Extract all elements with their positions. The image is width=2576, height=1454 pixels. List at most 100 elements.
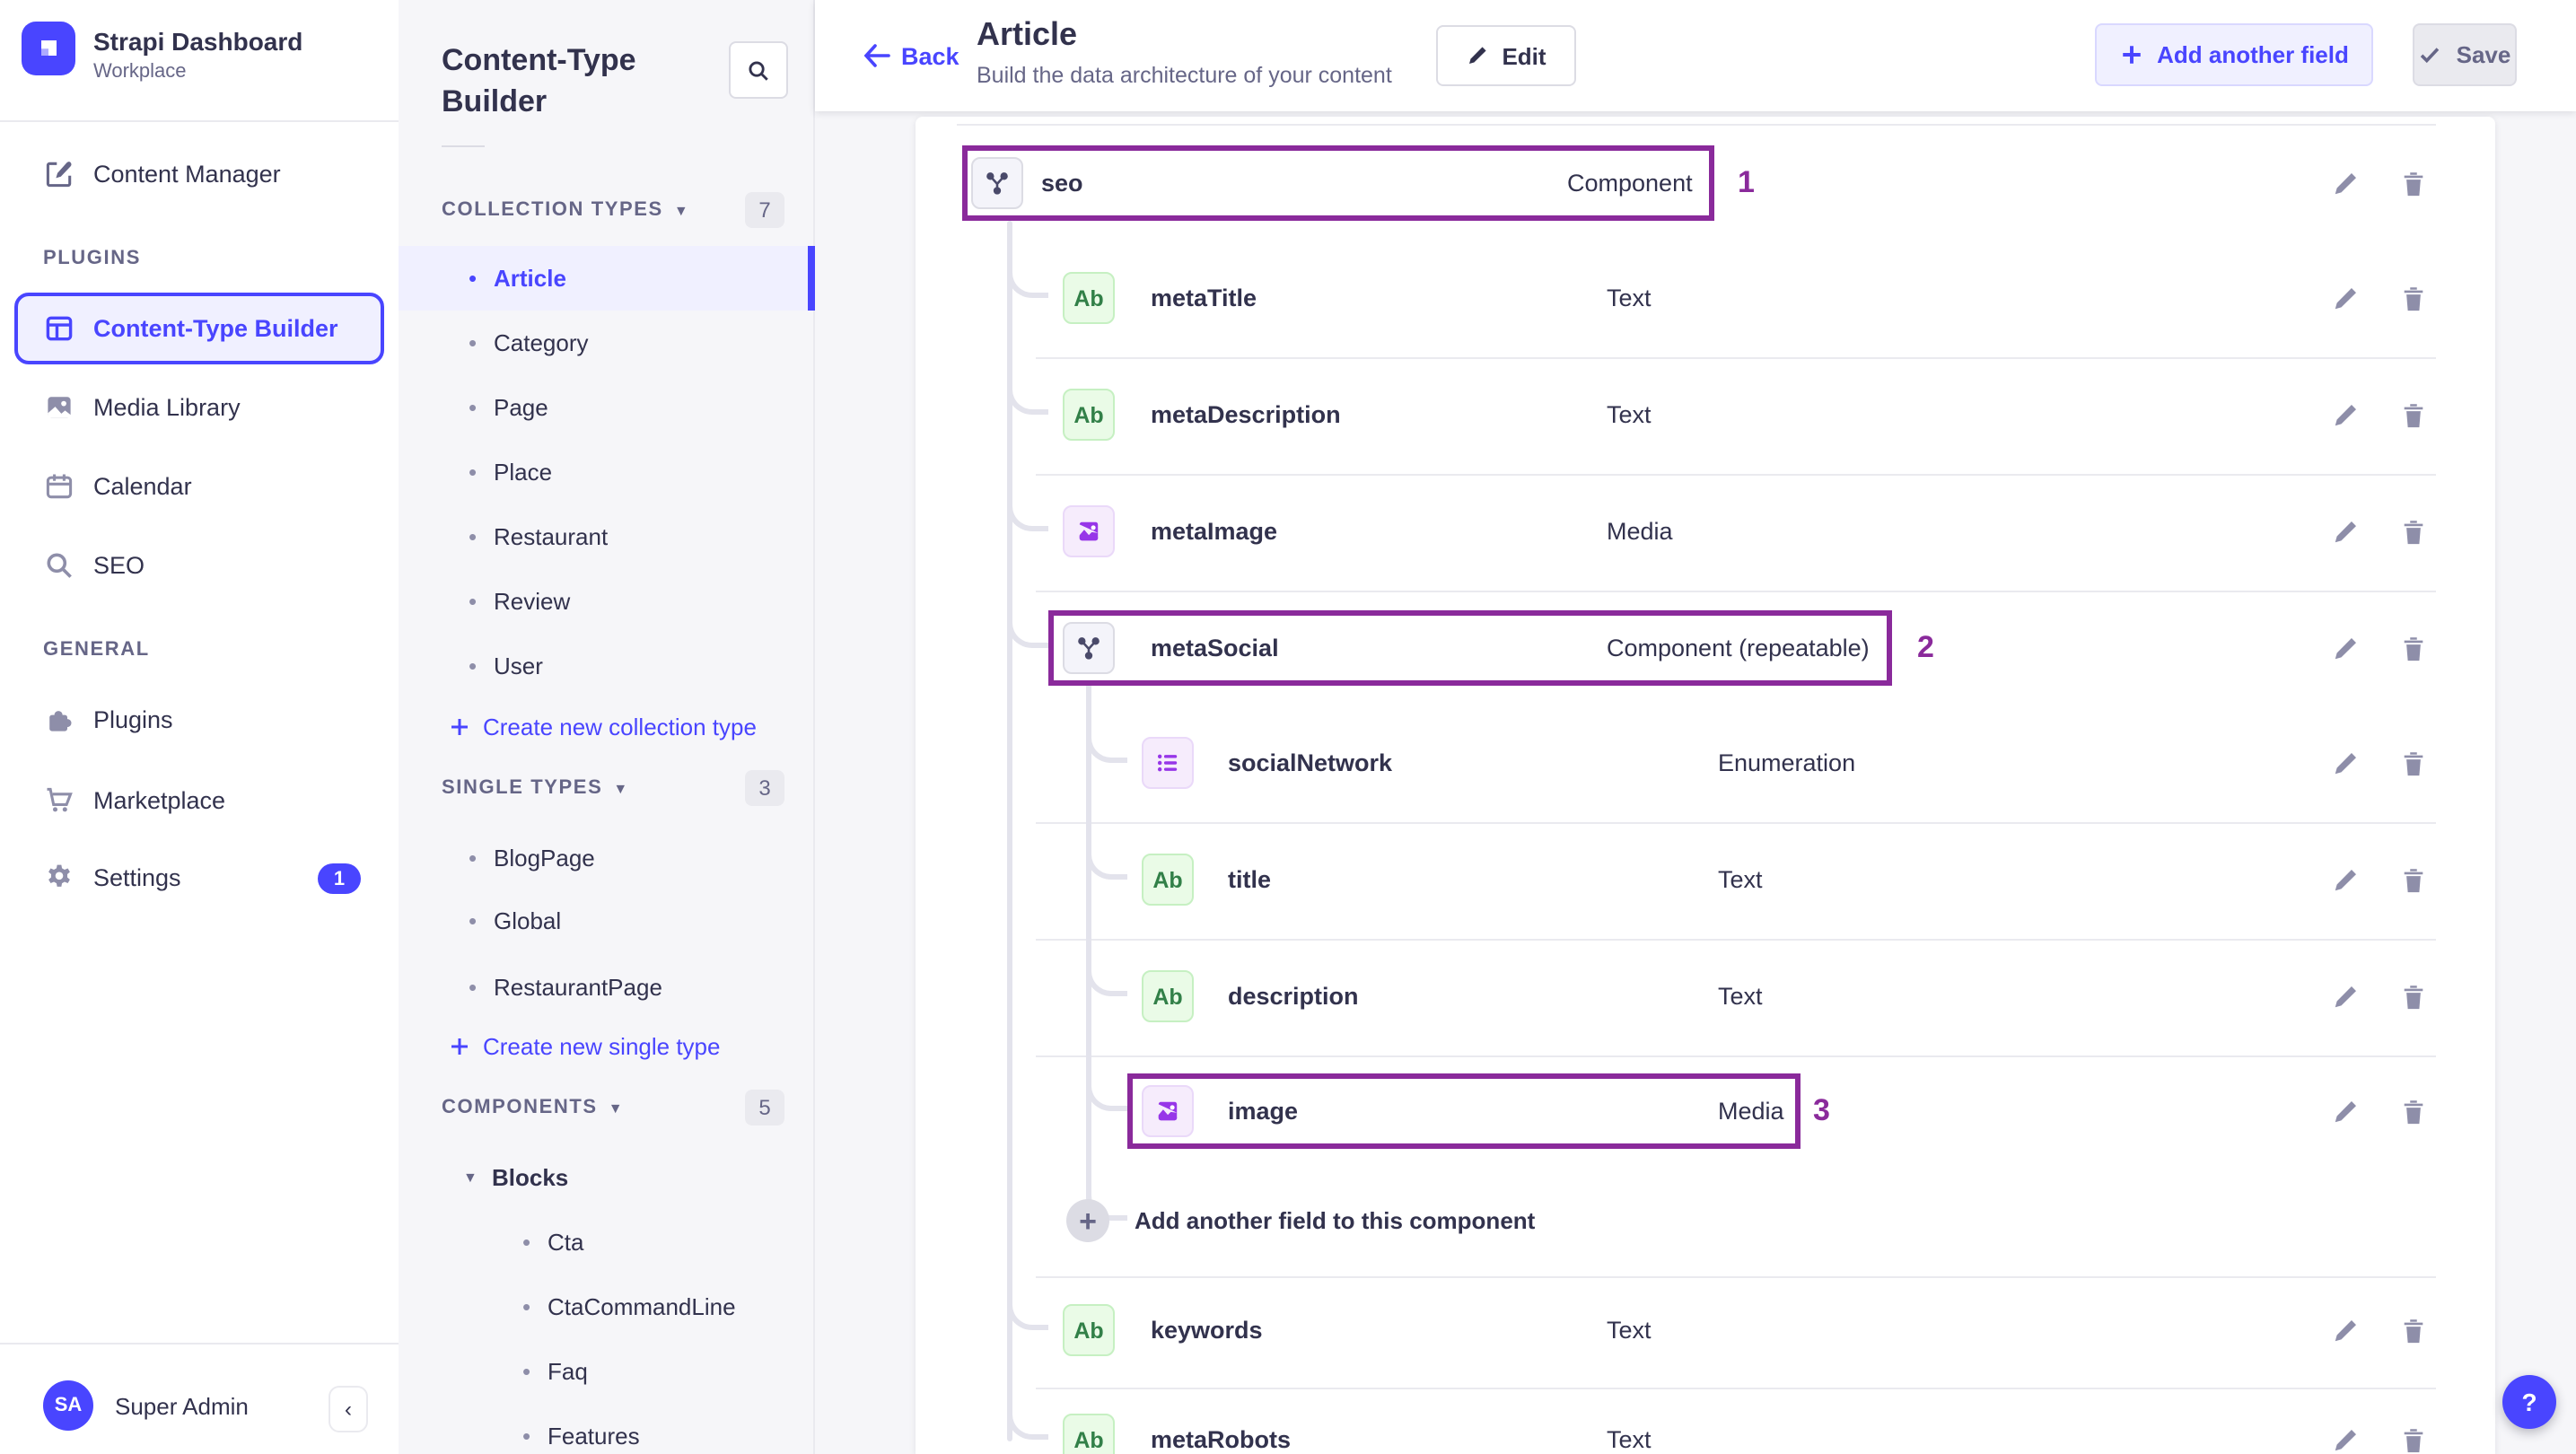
media-icon [1142, 1085, 1194, 1137]
delete-field-button[interactable] [2395, 1312, 2431, 1348]
check-icon [2421, 48, 2440, 64]
edit-field-button[interactable] [2326, 745, 2362, 781]
save-button[interactable]: Save [2413, 23, 2517, 86]
subnav-item-ctacommandline[interactable]: • CtaCommandLine [399, 1274, 815, 1339]
field-row-description: Ab description Text [916, 939, 2495, 1054]
single-types-count: 3 [745, 770, 784, 806]
field-row-socialnetwork: socialNetwork Enumeration [916, 705, 2495, 820]
sidebar-item-settings[interactable]: Settings 1 [0, 845, 399, 910]
general-section-label: GENERAL [43, 639, 150, 661]
subnav-item-review[interactable]: • Review [399, 569, 815, 634]
subnav-item-category[interactable]: • Category [399, 311, 815, 375]
strapi-logo-icon[interactable] [22, 22, 75, 75]
bullet-icon: • [469, 329, 478, 356]
delete-field-button[interactable] [2395, 978, 2431, 1014]
subnav-item-features[interactable]: • Features [399, 1404, 815, 1454]
edit-field-button[interactable] [2326, 1422, 2362, 1454]
delete-field-button[interactable] [2395, 745, 2431, 781]
edit-field-button[interactable] [2326, 513, 2362, 549]
text-icon: Ab [1142, 970, 1194, 1022]
media-icon [1063, 505, 1115, 557]
annotation-number-3: 3 [1813, 1093, 1830, 1127]
field-row-metadescription: Ab metaDescription Text [916, 357, 2495, 472]
subnav-item-article[interactable]: • Article [399, 246, 815, 311]
subnav-item-place[interactable]: • Place [399, 440, 815, 504]
sidebar-item-marketplace[interactable]: Marketplace [0, 768, 399, 833]
edit-field-button[interactable] [2326, 1093, 2362, 1129]
edit-field-button[interactable] [2326, 630, 2362, 666]
subnav-divider [442, 145, 485, 147]
sidebar-footer-divider [0, 1343, 399, 1345]
bullet-icon: • [522, 1293, 531, 1320]
subnav-item-blogpage[interactable]: • BlogPage [399, 826, 815, 890]
page-title: Article [977, 16, 1078, 52]
settings-badge: 1 [318, 863, 361, 894]
single-types-header[interactable]: SINGLE TYPES ▼ [442, 770, 627, 806]
main-sidebar: Strapi Dashboard Workplace Content Manag… [0, 0, 400, 1454]
media-library-icon [43, 391, 75, 424]
delete-field-button[interactable] [2395, 630, 2431, 666]
edit-field-button[interactable] [2326, 1312, 2362, 1348]
sidebar-item-content-manager[interactable]: Content Manager [0, 142, 399, 206]
active-indicator [808, 246, 815, 311]
sidebar-item-content-type-builder[interactable]: Content-Type Builder [14, 293, 384, 364]
workspace-title: Strapi Dashboard [93, 27, 303, 56]
avatar[interactable]: SA [43, 1380, 93, 1431]
bullet-icon: • [469, 845, 478, 872]
create-single-type-button[interactable]: Create new single type [399, 1018, 815, 1075]
chevron-down-icon: ▼ [613, 780, 628, 796]
sidebar-item-media-library[interactable]: Media Library [0, 375, 399, 440]
collapse-sidebar-button[interactable]: ‹ [329, 1386, 368, 1432]
delete-field-button[interactable] [2395, 513, 2431, 549]
edit-button[interactable]: Edit [1436, 25, 1576, 86]
subnav-item-user[interactable]: • User [399, 634, 815, 698]
delete-field-button[interactable] [2395, 397, 2431, 433]
subnav-item-page[interactable]: • Page [399, 375, 815, 440]
add-another-field-button[interactable]: Add another field [2095, 23, 2373, 86]
sidebar-item-label: Marketplace [93, 787, 226, 814]
bullet-icon: • [522, 1358, 531, 1385]
content-manager-icon [43, 158, 75, 190]
edit-field-button[interactable] [2326, 280, 2362, 316]
components-header[interactable]: COMPONENTS ▼ [442, 1090, 623, 1126]
subnav-item-cta[interactable]: • Cta [399, 1210, 815, 1274]
gear-icon [43, 862, 75, 894]
subnav-item-restaurant[interactable]: • Restaurant [399, 504, 815, 569]
annotation-number-1: 1 [1738, 165, 1755, 199]
create-collection-type-button[interactable]: Create new collection type [399, 698, 815, 756]
search-icon [749, 60, 768, 80]
back-button[interactable]: Back [862, 41, 959, 70]
sidebar-item-plugins[interactable]: Plugins [0, 688, 399, 752]
sidebar-item-calendar[interactable]: Calendar [0, 454, 399, 519]
edit-field-button[interactable] [2326, 165, 2362, 201]
search-button[interactable] [729, 41, 788, 99]
delete-field-button[interactable] [2395, 280, 2431, 316]
subnav-item-faq[interactable]: • Faq [399, 1339, 815, 1404]
bullet-icon: • [469, 907, 478, 934]
fields-table: seo Component Ab metaTitle Text Ab metaD… [916, 117, 2495, 1454]
edit-field-button[interactable] [2326, 862, 2362, 898]
edit-field-button[interactable] [2326, 978, 2362, 1014]
delete-field-button[interactable] [2395, 1422, 2431, 1454]
bullet-icon: • [469, 265, 478, 292]
text-icon: Ab [1063, 389, 1115, 441]
delete-field-button[interactable] [2395, 165, 2431, 201]
components-group-blocks[interactable]: ▼ Blocks [399, 1147, 815, 1208]
sidebar-item-label: Plugins [93, 706, 173, 733]
subnav-item-global[interactable]: • Global [399, 889, 815, 953]
workspace-subtitle: Workplace [93, 61, 187, 83]
delete-field-button[interactable] [2395, 862, 2431, 898]
bullet-icon: • [469, 588, 478, 615]
field-row-metaimage: metaImage Media [916, 474, 2495, 589]
add-field-to-component-button[interactable]: + Add another field to this component [916, 1163, 2495, 1278]
edit-field-button[interactable] [2326, 397, 2362, 433]
subnav-item-restaurantpage[interactable]: • RestaurantPage [399, 955, 815, 1020]
help-button[interactable]: ? [2502, 1375, 2556, 1429]
field-row-metatitle: Ab metaTitle Text [916, 241, 2495, 355]
field-row-title: Ab title Text [916, 822, 2495, 937]
sidebar-item-seo[interactable]: SEO [0, 533, 399, 598]
delete-field-button[interactable] [2395, 1093, 2431, 1129]
bullet-icon: • [469, 459, 478, 486]
content-type-builder-icon [43, 312, 75, 345]
collection-types-header[interactable]: COLLECTION TYPES ▼ [442, 192, 688, 228]
